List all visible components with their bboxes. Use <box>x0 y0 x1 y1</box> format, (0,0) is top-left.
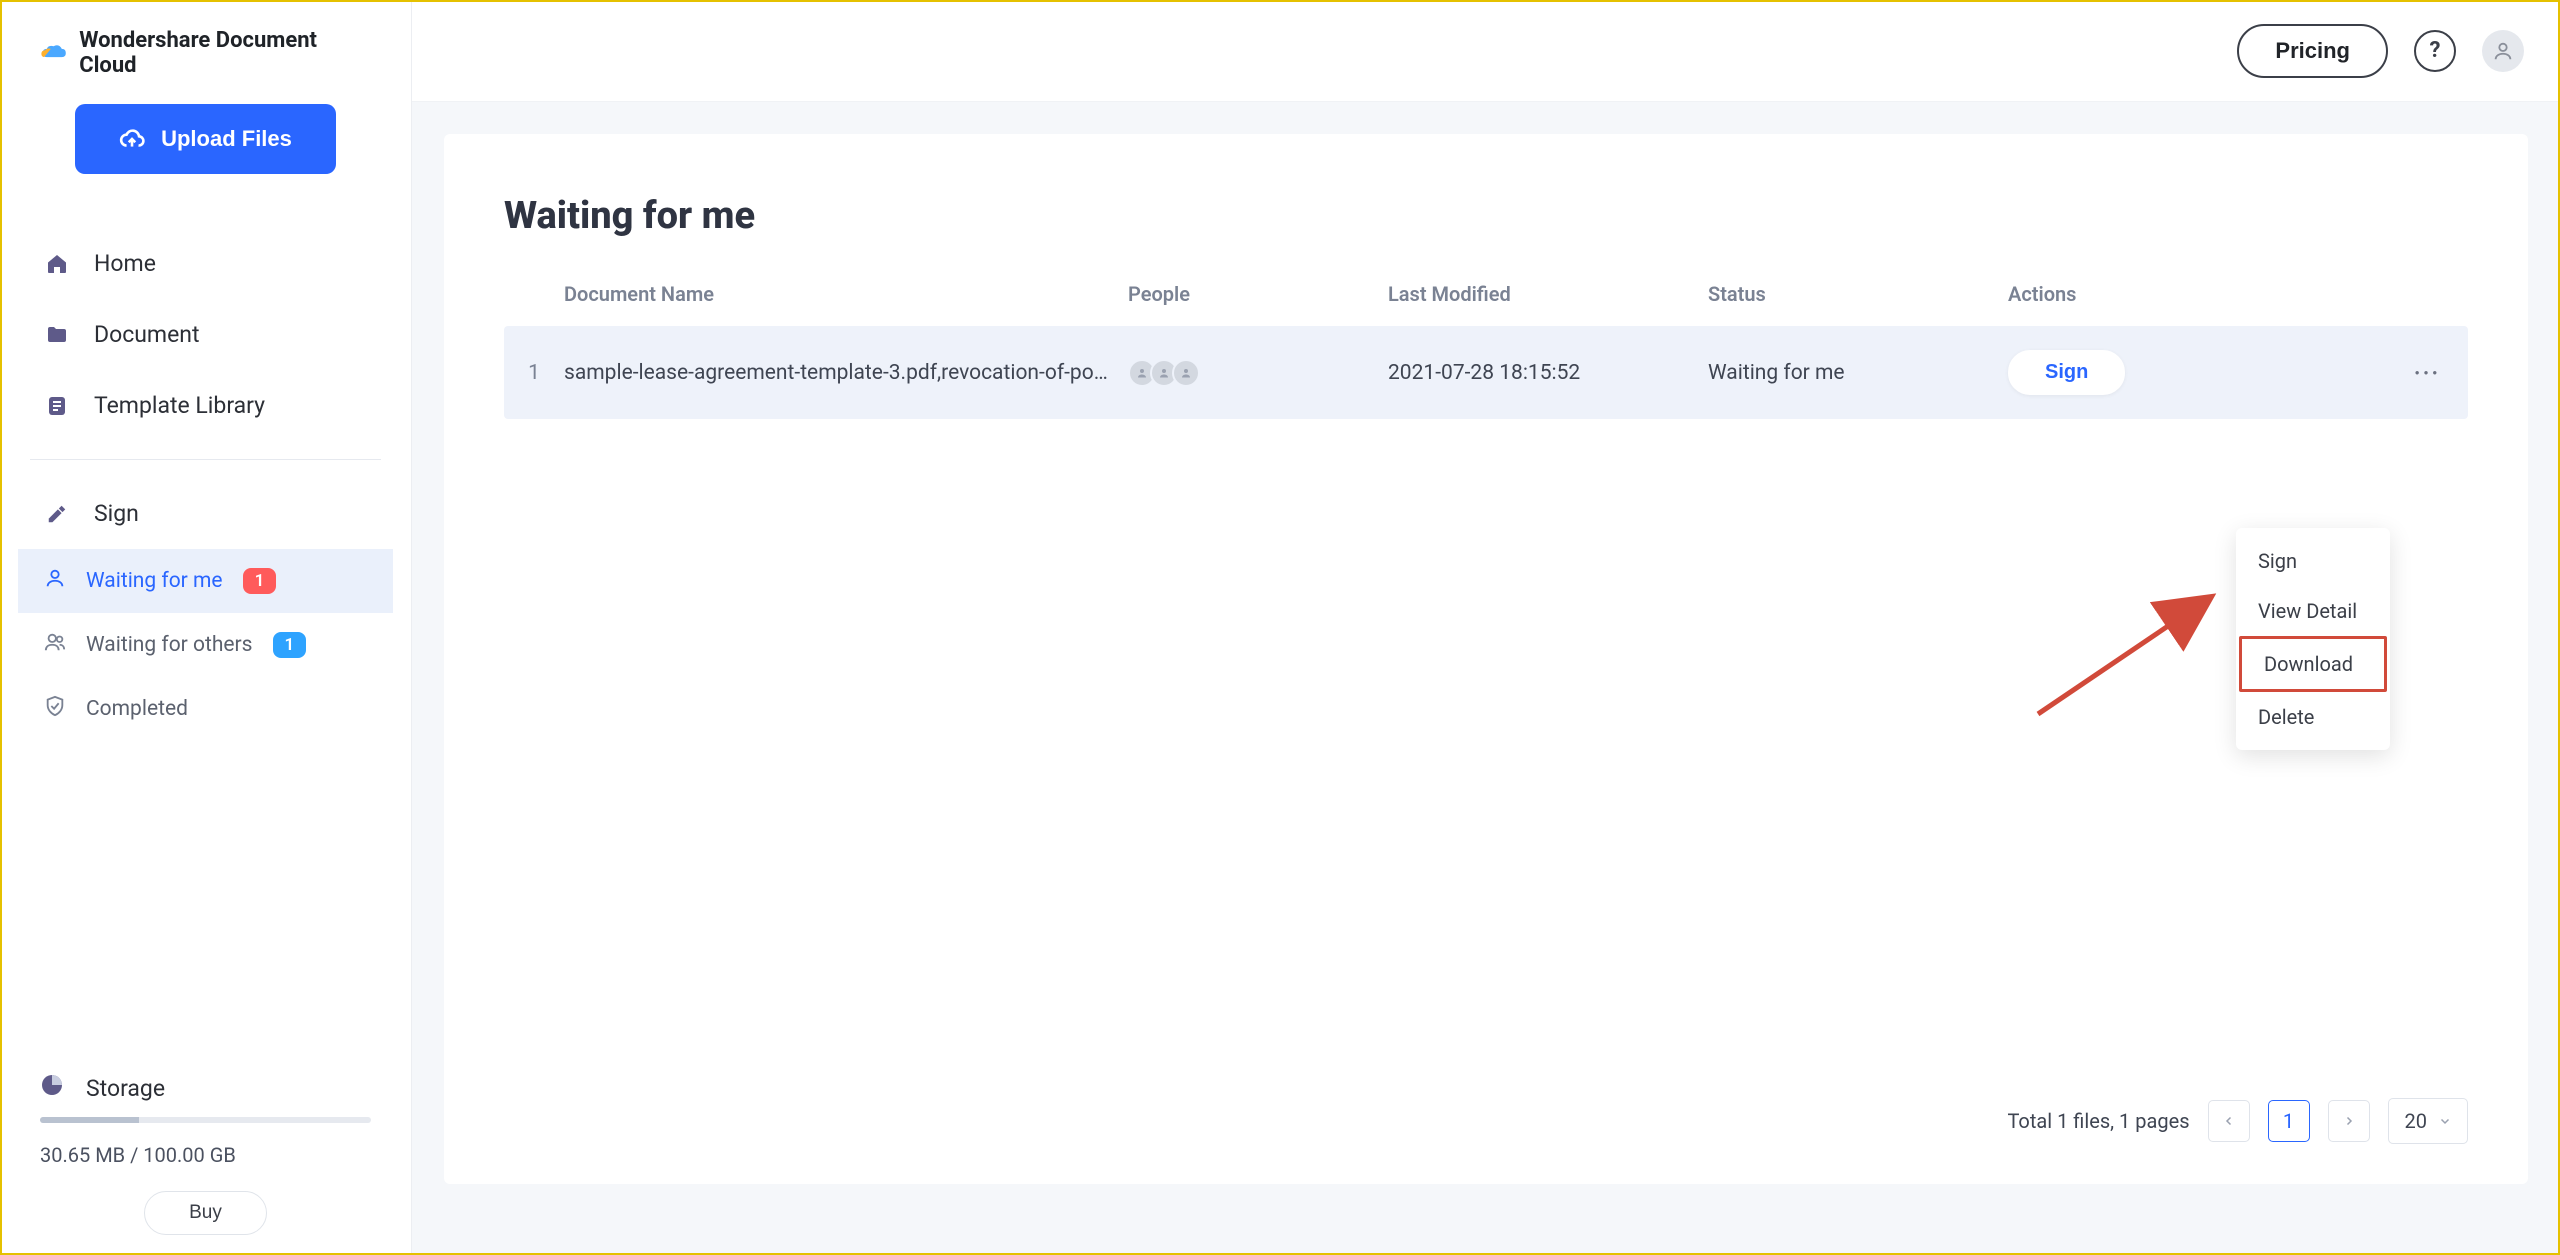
dropdown-view-detail[interactable]: View Detail <box>2236 586 2390 636</box>
table-row[interactable]: 1 sample-lease-agreement-template-3.pdf,… <box>504 326 2468 419</box>
storage-bar-fill <box>40 1117 139 1123</box>
main: Pricing ? Waiting for me Document Name P… <box>412 0 2560 1255</box>
storage-row[interactable]: Storage <box>40 1073 371 1103</box>
sign-button[interactable]: Sign <box>2008 350 2125 395</box>
badge: 1 <box>243 568 277 594</box>
page-title: Waiting for me <box>504 194 2468 238</box>
cloud-upload-icon <box>119 126 145 152</box>
chevron-left-icon <box>2223 1115 2235 1127</box>
help-icon[interactable]: ? <box>2414 30 2456 72</box>
pagination-next-button[interactable] <box>2328 1100 2370 1142</box>
col-actions: Actions <box>2008 282 2388 306</box>
pagination-page-size[interactable]: 20 <box>2388 1098 2468 1144</box>
brand: Wondershare Document Cloud <box>0 28 411 104</box>
user-icon <box>44 567 66 595</box>
users-icon <box>44 631 66 659</box>
storage-label: Storage <box>86 1075 165 1102</box>
row-index: 1 <box>504 361 564 385</box>
page-size-value: 20 <box>2405 1109 2427 1133</box>
storage-usage-text: 30.65 MB / 100.00 GB <box>40 1143 371 1167</box>
sidebar-item-document[interactable]: Document <box>18 299 393 370</box>
sidebar-item-template-library[interactable]: Template Library <box>18 370 393 441</box>
col-people: People <box>1128 282 1388 306</box>
topbar: Pricing ? <box>412 0 2560 102</box>
people-avatar-icon <box>1172 359 1200 387</box>
chevron-right-icon <box>2343 1115 2355 1127</box>
buy-button[interactable]: Buy <box>144 1191 267 1235</box>
pie-icon <box>40 1073 64 1103</box>
actions-dropdown: Sign View Detail Download Delete <box>2236 528 2390 750</box>
more-actions-icon[interactable]: ●●● <box>2388 368 2468 377</box>
sidebar-item-sign[interactable]: Sign <box>18 478 393 549</box>
sidebar-item-completed[interactable]: Completed <box>18 677 393 741</box>
col-last-modified: Last Modified <box>1388 282 1708 306</box>
avatar[interactable] <box>2482 30 2524 72</box>
divider <box>30 459 381 460</box>
pricing-button[interactable]: Pricing <box>2237 24 2388 78</box>
sidebar-item-waiting-for-me[interactable]: Waiting for me 1 <box>18 549 393 613</box>
nav-label: Template Library <box>94 392 265 419</box>
template-icon <box>44 393 70 419</box>
col-status: Status <box>1708 282 2008 306</box>
row-people <box>1128 359 1388 387</box>
annotation-arrow-icon <box>2028 584 2228 724</box>
row-document-name: sample-lease-agreement-template-3.pdf,re… <box>564 361 1128 385</box>
folder-icon <box>44 322 70 348</box>
home-icon <box>44 251 70 277</box>
storage-bar <box>40 1117 371 1123</box>
col-document-name: Document Name <box>564 282 1128 306</box>
pagination-prev-button[interactable] <box>2208 1100 2250 1142</box>
row-last-modified: 2021-07-28 18:15:52 <box>1388 361 1708 385</box>
shield-check-icon <box>44 695 66 723</box>
dropdown-delete[interactable]: Delete <box>2236 692 2390 742</box>
sidebar: Wondershare Document Cloud Upload Files … <box>0 0 412 1255</box>
content-area: Waiting for me Document Name People Last… <box>412 102 2560 1255</box>
pagination: Total 1 files, 1 pages 1 20 <box>2007 1098 2468 1144</box>
sub-label: Completed <box>86 697 188 721</box>
nav-label: Sign <box>94 500 139 527</box>
nav-label: Home <box>94 250 156 277</box>
table-header: Document Name People Last Modified Statu… <box>504 282 2468 326</box>
user-avatar-icon <box>2492 40 2514 62</box>
nav-label: Document <box>94 321 200 348</box>
sub-label: Waiting for me <box>86 569 223 593</box>
sub-label: Waiting for others <box>86 633 253 657</box>
dropdown-download[interactable]: Download <box>2239 636 2387 692</box>
brand-logo-icon <box>40 43 67 63</box>
chevron-down-icon <box>2439 1115 2451 1127</box>
dropdown-sign[interactable]: Sign <box>2236 536 2390 586</box>
pagination-current-page[interactable]: 1 <box>2268 1100 2310 1142</box>
sidebar-item-home[interactable]: Home <box>18 228 393 299</box>
row-status: Waiting for me <box>1708 361 2008 385</box>
pagination-summary: Total 1 files, 1 pages <box>2007 1109 2189 1133</box>
upload-files-button[interactable]: Upload Files <box>75 104 336 174</box>
upload-label: Upload Files <box>161 126 292 152</box>
panel: Waiting for me Document Name People Last… <box>444 134 2528 1184</box>
badge: 1 <box>273 632 307 658</box>
brand-name: Wondershare Document Cloud <box>79 28 371 78</box>
pen-icon <box>44 501 70 527</box>
sidebar-item-waiting-for-others[interactable]: Waiting for others 1 <box>18 613 393 677</box>
